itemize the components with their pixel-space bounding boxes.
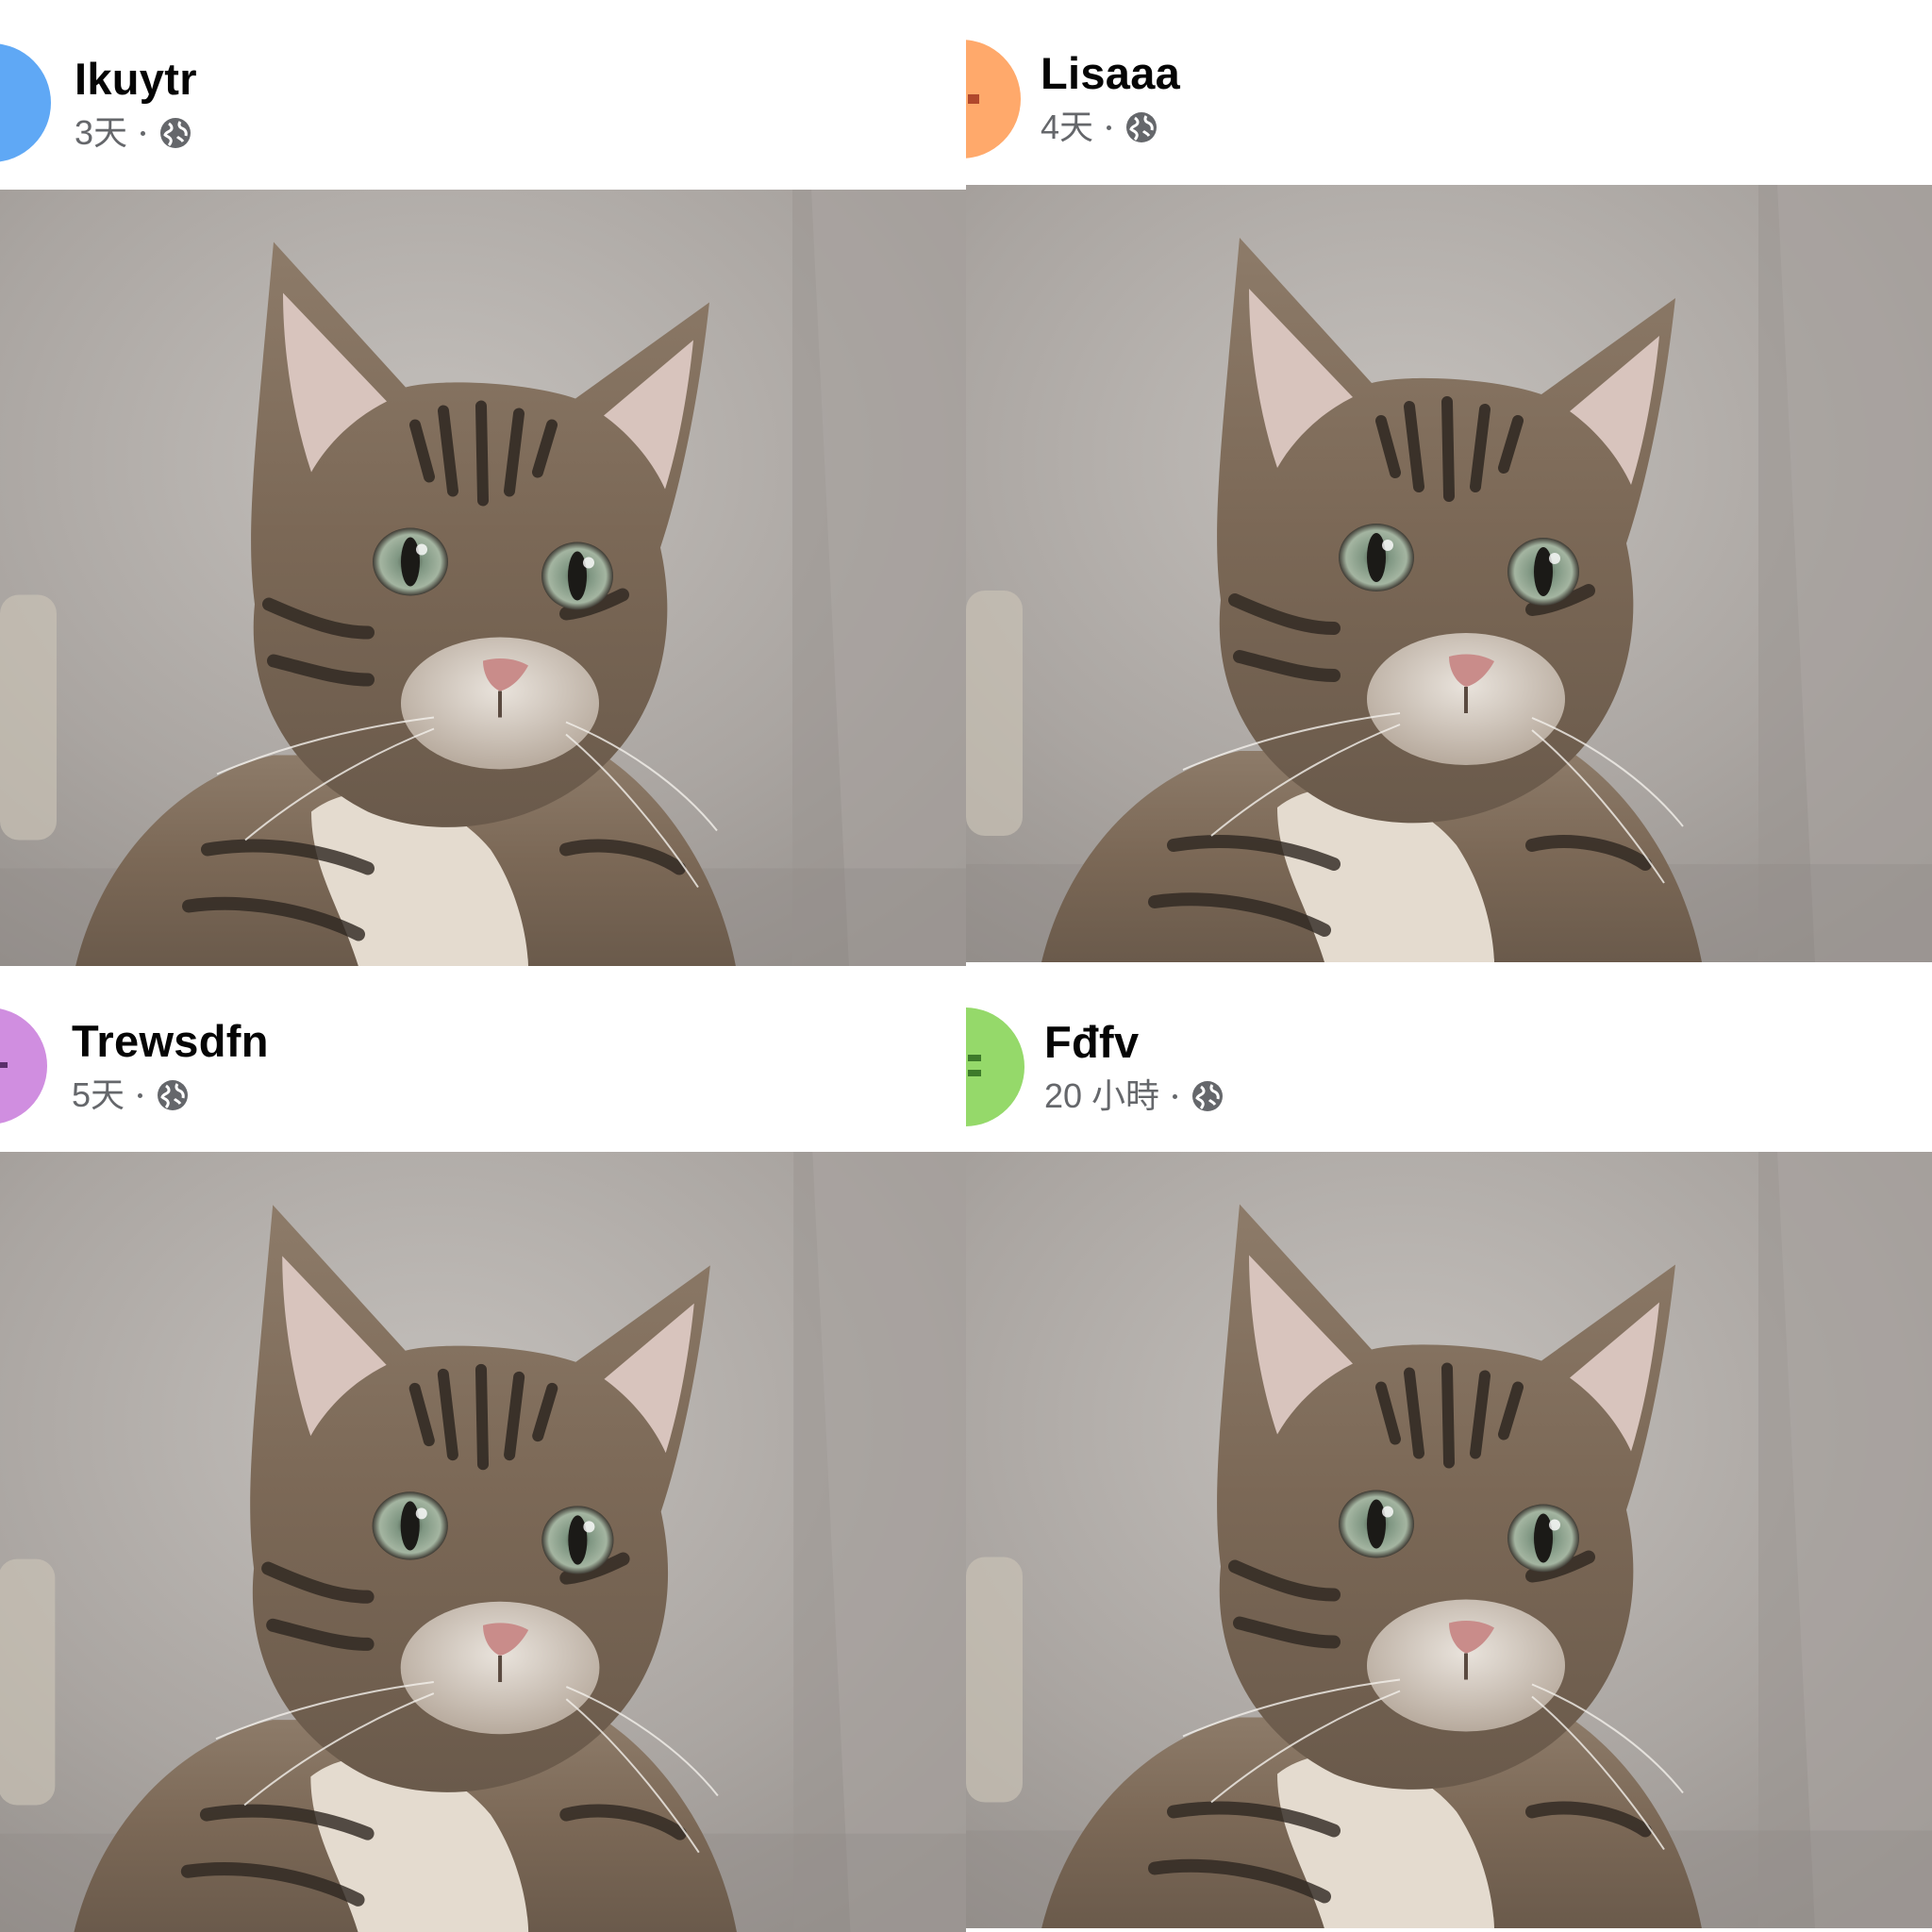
tabby-cat-photo[interactable] xyxy=(0,1152,966,1932)
author-name[interactable]: Ikuytr xyxy=(75,57,197,101)
avatar[interactable] xyxy=(966,40,1021,158)
separator-dot xyxy=(141,130,146,136)
tabby-cat-photo[interactable] xyxy=(966,1152,1932,1928)
author-name[interactable]: Trewsdfn xyxy=(72,1019,269,1063)
post-timestamp[interactable]: 20 小時 xyxy=(1044,1079,1159,1113)
avatar-mark xyxy=(968,1070,981,1076)
avatar[interactable] xyxy=(0,1008,47,1124)
globe-icon xyxy=(1124,110,1158,144)
separator-dot xyxy=(1173,1093,1178,1099)
globe-icon xyxy=(1191,1079,1224,1113)
post-meta: 5天 xyxy=(72,1076,190,1114)
avatar[interactable] xyxy=(966,1008,1024,1126)
post-timestamp[interactable]: 4天 xyxy=(1041,110,1093,144)
tabby-cat-photo[interactable] xyxy=(0,190,966,966)
feed-post: Fđfv 20 小時 xyxy=(966,966,1932,1932)
globe-icon xyxy=(156,1078,190,1112)
separator-dot xyxy=(1107,125,1112,130)
post-meta: 3天 xyxy=(75,114,192,152)
tabby-cat-photo[interactable] xyxy=(966,185,1932,962)
avatar-mark xyxy=(0,1062,8,1068)
author-name[interactable]: Lisaaa xyxy=(1041,51,1180,95)
separator-dot xyxy=(138,1092,143,1098)
author-name[interactable]: Fđfv xyxy=(1044,1020,1139,1064)
post-timestamp[interactable]: 5天 xyxy=(72,1078,125,1112)
feed-post: Lisaaa 4天 xyxy=(966,0,1932,966)
post-meta: 4天 xyxy=(1041,108,1158,146)
feed-post: Trewsdfn 5天 xyxy=(0,966,966,1932)
avatar[interactable] xyxy=(0,43,51,162)
globe-icon xyxy=(158,116,192,150)
avatar-mark xyxy=(968,94,979,104)
feed-post: Ikuytr 3天 xyxy=(0,0,966,966)
avatar-mark xyxy=(968,1055,981,1061)
post-timestamp[interactable]: 3天 xyxy=(75,116,127,150)
post-meta: 20 小時 xyxy=(1044,1077,1224,1115)
